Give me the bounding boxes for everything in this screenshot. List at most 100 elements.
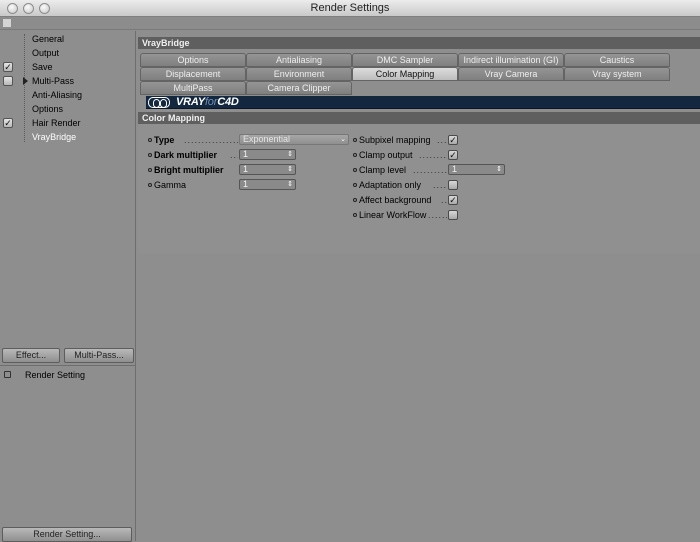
tab-vray-system[interactable]: Vray system <box>564 67 670 81</box>
sidebar-item-label: Multi-Pass <box>32 76 75 86</box>
subpixel-mapping-label: Subpixel mapping <box>359 135 431 145</box>
leader-dots: ............ <box>230 150 238 160</box>
adaptation-only-label: Adaptation only <box>359 180 422 190</box>
grip-icon[interactable] <box>3 19 11 27</box>
sidebar-item-label: Anti-Aliasing <box>32 90 83 100</box>
bright-multiplier-input[interactable]: 1 ⇕ <box>239 164 296 175</box>
sidebar-item-hair-render[interactable]: ✓ Hair Render <box>0 116 135 130</box>
preset-label: Render Setting <box>25 370 86 380</box>
tab-color-mapping[interactable]: Color Mapping <box>352 67 458 81</box>
animate-bullet-icon[interactable] <box>353 168 357 172</box>
sidebar-item-label: VrayBridge <box>32 132 77 142</box>
gamma-label: Gamma <box>154 180 187 190</box>
dark-multiplier-label: Dark multiplier <box>154 150 218 160</box>
vray-logo-icon <box>148 97 170 108</box>
animate-bullet-icon[interactable] <box>353 183 357 187</box>
panel-title: VrayBridge <box>138 37 700 49</box>
tab-multipass[interactable]: MultiPass <box>140 81 246 95</box>
animate-bullet-icon[interactable] <box>148 153 152 157</box>
param-dark-multiplier: Dark multiplier ............ 1 ⇕ <box>148 149 348 161</box>
render-setting-preset[interactable]: Render Setting <box>0 368 135 382</box>
logo-part-for: for <box>204 96 218 108</box>
clamp-level-value: 1 <box>452 164 458 174</box>
linear-workflow-checkbox[interactable] <box>448 210 458 220</box>
tab-antialiasing[interactable]: Antialiasing <box>246 53 352 67</box>
param-linear-workflow: Linear WorkFlow ............ <box>353 209 513 221</box>
tab-displacement[interactable]: Displacement <box>140 67 246 81</box>
dark-multiplier-input[interactable]: 1 ⇕ <box>239 149 296 160</box>
render-setting-button[interactable]: Render Setting... <box>2 527 132 542</box>
logo-part-c4d: C4D <box>217 96 239 108</box>
adaptation-only-checkbox[interactable] <box>448 180 458 190</box>
tab-camera-clipper[interactable]: Camera Clipper <box>246 81 352 95</box>
param-bright-multiplier: Bright multiplier 1 ⇕ <box>148 164 348 176</box>
param-type: Type ................ Exponential ⌄ <box>148 134 349 146</box>
tab-options[interactable]: Options <box>140 53 246 67</box>
divider <box>0 365 136 366</box>
param-gamma: Gamma 1 ⇕ <box>148 179 348 191</box>
sidebar-item-label: Hair Render <box>32 118 81 128</box>
animate-bullet-icon[interactable] <box>353 213 357 217</box>
param-clamp-level: Clamp level ............ 1 ⇕ <box>353 164 513 176</box>
bright-multiplier-value: 1 <box>243 164 249 174</box>
subpixel-mapping-checkbox[interactable]: ✓ <box>448 135 458 145</box>
toolbar-strip <box>0 17 700 30</box>
animate-bullet-icon[interactable] <box>148 168 152 172</box>
param-adaptation-only: Adaptation only ............ <box>353 179 513 191</box>
sidebar-item-multipass[interactable]: Multi-Pass <box>0 74 135 88</box>
tab-vray-camera[interactable]: Vray Camera <box>458 67 564 81</box>
leader-dots: ............ <box>437 135 447 145</box>
logo-part-vray: VRAY <box>176 96 205 108</box>
gamma-input[interactable]: 1 ⇕ <box>239 179 296 190</box>
sidebar-item-output[interactable]: Output <box>0 46 135 60</box>
stepper-arrows-icon[interactable]: ⇕ <box>287 165 293 174</box>
hair-render-enable-checkbox[interactable]: ✓ <box>3 118 13 128</box>
zoom-window-button[interactable] <box>39 3 50 14</box>
clamp-level-label: Clamp level <box>359 165 407 175</box>
leader-dots: ............ <box>419 150 447 160</box>
stepper-arrows-icon[interactable]: ⇕ <box>287 180 293 189</box>
animate-bullet-icon[interactable] <box>353 198 357 202</box>
leader-dots: ............ <box>433 180 447 190</box>
dark-multiplier-value: 1 <box>243 149 249 159</box>
close-window-button[interactable] <box>7 3 18 14</box>
tab-dmc-sampler[interactable]: DMC Sampler <box>352 53 458 67</box>
tab-indirect-illumination[interactable]: Indirect illumination (GI) <box>458 53 564 67</box>
sidebar-item-general[interactable]: General <box>0 32 135 46</box>
type-dropdown[interactable]: Exponential ⌄ <box>239 134 349 145</box>
stepper-arrows-icon[interactable]: ⇕ <box>496 165 502 174</box>
affect-background-checkbox[interactable]: ✓ <box>448 195 458 205</box>
clamp-output-checkbox[interactable]: ✓ <box>448 150 458 160</box>
animate-bullet-icon[interactable] <box>148 138 152 142</box>
sidebar-item-anti-aliasing[interactable]: Anti-Aliasing <box>0 88 135 102</box>
sidebar-item-options[interactable]: Options <box>0 102 135 116</box>
type-value: Exponential <box>243 134 291 144</box>
minimize-window-button[interactable] <box>23 3 34 14</box>
window-title: Render Settings <box>310 2 390 14</box>
multipass-enable-checkbox[interactable] <box>3 76 13 86</box>
multipass-button[interactable]: Multi-Pass... <box>64 348 134 363</box>
animate-bullet-icon[interactable] <box>353 153 357 157</box>
sidebar: General Output ✓ Save Multi-Pass Anti-Al… <box>0 31 136 542</box>
clamp-level-input[interactable]: 1 ⇕ <box>448 164 505 175</box>
leader-dots: ............ <box>413 165 447 175</box>
settings-panel: VrayBridge Options Antialiasing DMC Samp… <box>138 31 700 541</box>
sidebar-item-label: Output <box>32 48 60 58</box>
bright-multiplier-label: Bright multiplier <box>154 165 224 175</box>
vray-banner: VRAYforC4D <box>146 96 700 109</box>
stepper-arrows-icon[interactable]: ⇕ <box>287 150 293 159</box>
sidebar-item-vraybridge[interactable]: VrayBridge <box>0 130 135 144</box>
section-title: Color Mapping <box>138 112 700 124</box>
color-mapping-section: Type ................ Exponential ⌄ Dark… <box>138 124 700 254</box>
chevron-down-icon: ⌄ <box>340 136 346 143</box>
expand-arrow-icon[interactable] <box>23 77 28 85</box>
leader-dots: ................ <box>184 135 238 145</box>
tab-bar: Options Antialiasing DMC Sampler Indirec… <box>140 53 670 96</box>
tab-environment[interactable]: Environment <box>246 67 352 81</box>
animate-bullet-icon[interactable] <box>353 138 357 142</box>
animate-bullet-icon[interactable] <box>148 183 152 187</box>
save-enable-checkbox[interactable]: ✓ <box>3 62 13 72</box>
sidebar-item-save[interactable]: ✓ Save <box>0 60 135 74</box>
tab-caustics[interactable]: Caustics <box>564 53 670 67</box>
effect-button[interactable]: Effect... <box>2 348 60 363</box>
